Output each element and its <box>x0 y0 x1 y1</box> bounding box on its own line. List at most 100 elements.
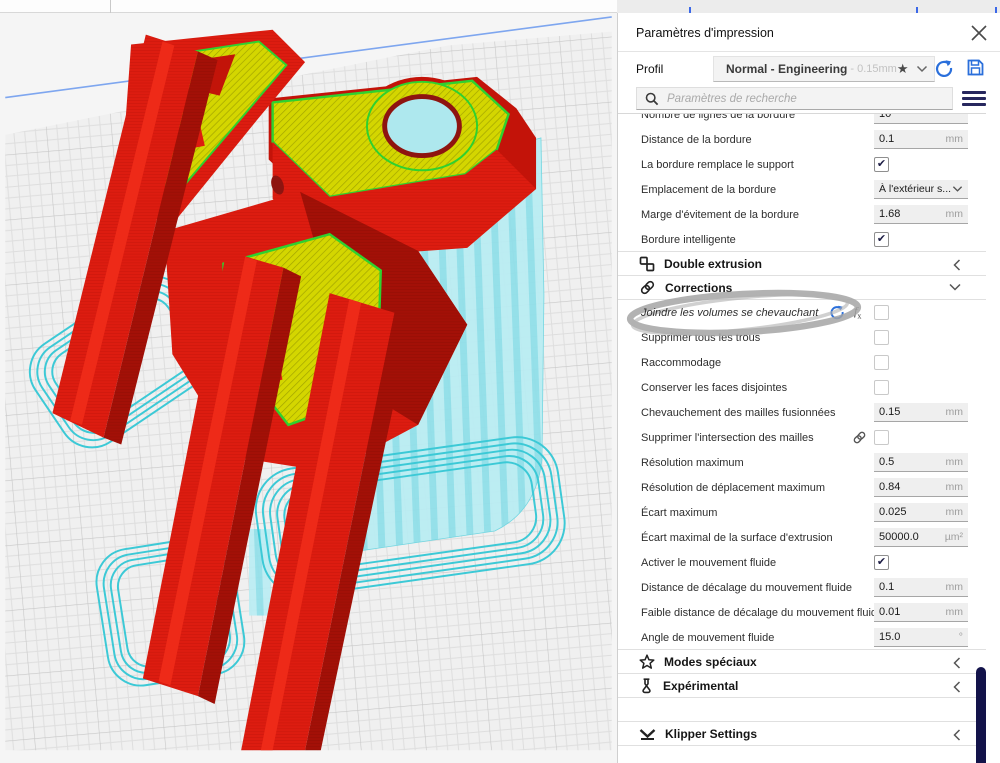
chevron-left-icon[interactable] <box>952 258 962 272</box>
section-header-klipper-settings[interactable]: Klipper Settings <box>618 721 986 746</box>
checkbox[interactable] <box>874 232 889 247</box>
setting-label: Distance de décalage du mouvement fluide <box>641 582 852 594</box>
field-unit: mm <box>946 506 964 518</box>
setting-label: Écart maximal de la surface d'extrusion <box>641 532 833 544</box>
print-settings-panel: Paramètres d'impression Profil Normal - … <box>617 13 1000 763</box>
menu-icon[interactable] <box>962 89 986 108</box>
section-header-exp-rimental[interactable]: Expérimental <box>618 673 986 698</box>
profile-combobox[interactable]: Normal - Engineering - 0.15mm ★ <box>713 56 935 82</box>
star-icon: ★ <box>897 61 909 77</box>
chevron-left-icon[interactable] <box>952 728 962 742</box>
value-field[interactable]: 0.1mm <box>874 578 968 597</box>
setting-label: Résolution de déplacement maximum <box>641 482 825 494</box>
checkbox[interactable] <box>874 330 889 345</box>
setting-label: Bordure intelligente <box>641 234 736 246</box>
setting-row: Bordure intelligente <box>618 227 986 252</box>
setting-label: Faible distance de décalage du mouvement… <box>641 607 883 619</box>
setting-row: Marge d'évitement de la bordure1.68mm <box>618 202 986 227</box>
field-unit: mm <box>946 133 964 145</box>
field-value: 0.1 <box>879 133 894 145</box>
sliced-model-preview <box>0 13 617 763</box>
setting-label: Conserver les faces disjointes <box>641 382 787 394</box>
value-field[interactable]: 0.1 mm <box>874 130 968 149</box>
search-input[interactable]: Paramètres de recherche <box>636 87 953 110</box>
chevron-left-icon[interactable] <box>952 656 962 670</box>
flask-icon <box>639 678 654 694</box>
linked-setting-icon[interactable] <box>852 430 867 445</box>
chain-link-icon <box>639 279 656 296</box>
chevron-left-icon[interactable] <box>952 680 962 694</box>
field-value: 0.15 <box>879 406 900 418</box>
checkbox[interactable] <box>874 305 889 320</box>
setting-row: Écart maximal de la surface d'extrusion 5… <box>618 525 986 550</box>
strip-divider <box>110 0 111 13</box>
scrollbar-thumb[interactable] <box>976 667 986 763</box>
save-profile-icon[interactable] <box>966 58 986 78</box>
dropdown-value: À l'extérieur s... <box>879 183 951 195</box>
profile-detail: - 0.15mm <box>850 63 896 75</box>
klipper-icon <box>639 726 656 741</box>
value-field[interactable]: 1.68 mm <box>874 205 968 224</box>
setting-row: La bordure remplace le support <box>618 152 986 177</box>
profile-value: Normal - Engineering <box>726 62 847 76</box>
section-header-double-extrusion[interactable]: Double extrusion <box>618 251 986 276</box>
chevron-down-icon <box>952 185 963 193</box>
setting-row: Activer le mouvement fluide <box>618 550 986 575</box>
setting-label: Chevauchement des mailles fusionnées <box>641 407 835 419</box>
dropdown-field[interactable]: À l'extérieur s... <box>874 180 968 199</box>
field-unit: ° <box>959 631 963 643</box>
checkbox[interactable] <box>874 157 889 172</box>
setting-label: Angle de mouvement fluide <box>641 632 774 644</box>
checkbox[interactable] <box>874 380 889 395</box>
chevron-down-icon <box>916 65 928 73</box>
field-value: 15.0 <box>879 631 900 643</box>
field-value: 1.68 <box>879 208 900 220</box>
search-icon <box>645 92 659 106</box>
field-unit: mm <box>946 406 964 418</box>
section-header-modes-sp-ciaux[interactable]: Modes spéciaux <box>618 649 986 674</box>
value-field[interactable]: 0.01mm <box>874 603 968 622</box>
value-field[interactable]: 50000.0 µm² <box>874 528 968 547</box>
viewport-3d[interactable] <box>0 13 617 763</box>
profile-row: Profil Normal - Engineering - 0.15mm ★ <box>618 52 1000 87</box>
section-header-corrections[interactable]: Corrections <box>618 275 986 300</box>
value-field[interactable]: 0.5mm <box>874 453 968 472</box>
field-unit: mm <box>946 208 964 220</box>
checkbox[interactable] <box>874 355 889 370</box>
checkbox[interactable] <box>874 555 889 570</box>
setting-row: Chevauchement des mailles fusionnées 0.15… <box>618 400 986 425</box>
field-value: 0.1 <box>879 581 894 593</box>
section-gap <box>618 698 986 722</box>
chevron-down-icon[interactable] <box>948 282 962 292</box>
reset-profile-icon[interactable] <box>934 58 954 78</box>
profile-label: Profil <box>636 62 663 76</box>
field-value: 0.5 <box>879 456 894 468</box>
setting-row: Supprimer l'intersection des mailles <box>618 425 986 450</box>
revert-value-icon[interactable] <box>829 304 845 320</box>
star-icon <box>639 654 655 670</box>
settings-list: Nombre de lignes de la bordure 10 Distance… <box>618 113 986 763</box>
value-field[interactable]: 15.0 ° <box>874 628 968 647</box>
setting-label: Résolution maximum <box>641 457 744 469</box>
setting-label: Nombre de lignes de la bordure <box>641 113 795 121</box>
field-value: 50000.0 <box>879 531 919 543</box>
value-field[interactable]: 0.84mm <box>874 478 968 497</box>
field-value: 10 <box>879 113 891 120</box>
value-field[interactable]: 10 <box>874 113 968 124</box>
value-field[interactable]: 0.025mm <box>874 503 968 522</box>
checkbox[interactable] <box>874 430 889 445</box>
function-icon[interactable]: fx <box>854 304 861 320</box>
setting-label: Emplacement de la bordure <box>641 184 776 196</box>
setting-row: Raccommodage <box>618 350 986 375</box>
panel-header: Paramètres d'impression <box>618 13 1000 52</box>
field-unit: µm² <box>945 531 963 543</box>
strip-right-segment <box>617 0 1000 13</box>
value-field[interactable]: 0.15 mm <box>874 403 968 422</box>
setting-row: Supprimer tous les trous <box>618 325 986 350</box>
setting-row: Résolution maximum 0.5mm <box>618 450 986 475</box>
section-label: Double extrusion <box>664 257 762 271</box>
close-icon[interactable] <box>968 22 990 44</box>
setting-row: Emplacement de la bordure À l'extérieur s… <box>618 177 986 202</box>
setting-label: La bordure remplace le support <box>641 159 794 171</box>
setting-label: Activer le mouvement fluide <box>641 557 776 569</box>
